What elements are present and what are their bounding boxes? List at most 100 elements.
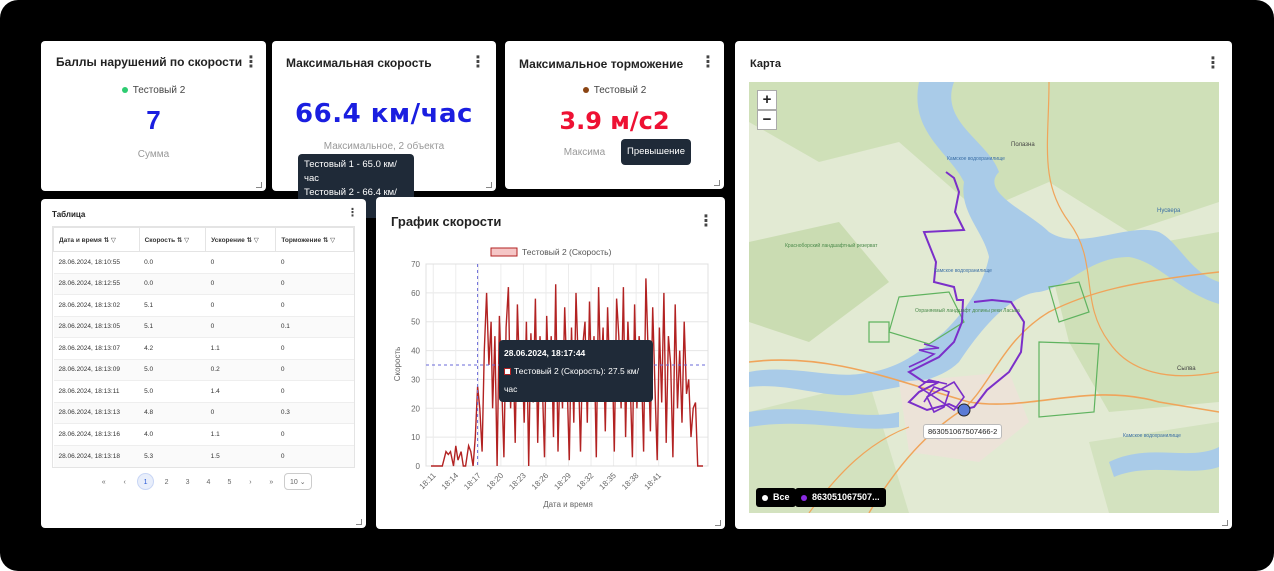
table-cell: 4.2 xyxy=(139,337,206,359)
tooltip-title: 28.06.2024, 18:17:44 xyxy=(504,348,586,358)
map-canvas[interactable]: Полазна Камское водохранилище Нусвера Кр… xyxy=(749,82,1219,513)
page-button-2[interactable]: 2 xyxy=(158,474,175,491)
widget-title: Максимальная скорость xyxy=(286,56,432,70)
widget-menu-icon[interactable]: ⋮ xyxy=(243,55,259,71)
x-tick-label: 18:17 xyxy=(462,471,483,492)
legend-label: 863051067507... xyxy=(812,492,880,502)
table-cell: 28.06.2024, 18:13:09 xyxy=(53,358,140,381)
y-tick-label: 0 xyxy=(416,462,421,471)
page-button-1[interactable]: 1 xyxy=(137,473,155,490)
next-page-button[interactable]: › xyxy=(242,474,259,491)
x-axis: 18:11 18:14 18:17 18:20 18:23 18:26 18:29 18:32… xyxy=(418,471,664,492)
table-row[interactable]: 28.06.2024, 18:13:07 4.2 1.1 0 xyxy=(53,337,354,359)
legend-all-button[interactable]: Все xyxy=(756,488,796,507)
resize-handle-icon[interactable] xyxy=(356,519,362,525)
filter-icon[interactable]: ▽ xyxy=(254,237,259,244)
table-cell: 28.06.2024, 18:13:18 xyxy=(53,444,140,467)
filter-icon[interactable]: ▽ xyxy=(184,237,189,244)
widget-title: Максимальное торможение xyxy=(519,57,684,71)
sort-icon[interactable]: ⇅ xyxy=(323,237,328,244)
sort-icon[interactable]: ⇅ xyxy=(247,237,252,244)
page-button-5[interactable]: 5 xyxy=(221,474,238,491)
table-cell: 28.06.2024, 18:13:13 xyxy=(53,401,140,424)
table-cell: 1.1 xyxy=(205,337,276,359)
widget-menu-icon[interactable]: ⋮ xyxy=(347,208,358,219)
resize-handle-icon[interactable] xyxy=(715,520,721,526)
widget-menu-icon[interactable]: ⋮ xyxy=(470,55,486,71)
page-button-3[interactable]: 3 xyxy=(179,474,196,491)
chart-legend[interactable]: Тестовый 2 (Скорость) xyxy=(490,247,612,257)
speed-chart-widget: График скорости ⋮ 0 10 20 30 40 50 60 70 18:11 1… xyxy=(376,197,725,529)
table-row[interactable]: 28.06.2024, 18:12:55 0.0 0 0 xyxy=(53,272,354,295)
tooltip-swatch-icon xyxy=(504,368,511,376)
table-widget: Таблица ⋮ Дата и время ⇅ ▽ Скорость ⇅ ▽ … xyxy=(41,199,366,528)
table-cell: 0 xyxy=(275,272,354,295)
column-header-acceleration[interactable]: Ускорение ⇅ ▽ xyxy=(205,227,277,252)
map-svg: Полазна Камское водохранилище Нусвера Кр… xyxy=(749,82,1219,513)
widget-legend: Тестовый 2 xyxy=(505,85,724,96)
table-cell: 5.3 xyxy=(139,444,206,467)
table-cell: 0 xyxy=(275,380,354,402)
device-label: 863051067507466-2 xyxy=(923,424,1003,439)
widget-menu-icon[interactable]: ⋮ xyxy=(1205,56,1221,72)
chart-tooltip: 28.06.2024, 18:17:44 Тестовый 2 (Скорост… xyxy=(499,340,653,402)
y-tick-label: 20 xyxy=(411,404,420,413)
table-cell: 0 xyxy=(275,251,354,273)
pagination: « ‹ 1 2 3 4 5 › » 10 ⌄ xyxy=(41,473,366,491)
device-marker-icon[interactable] xyxy=(957,403,971,417)
table-cell: 28.06.2024, 18:13:16 xyxy=(53,423,140,445)
table-row[interactable]: 28.06.2024, 18:13:11 5.0 1.4 0 xyxy=(53,380,354,402)
y-axis-label: Скорость xyxy=(393,347,402,382)
column-header-speed[interactable]: Скорость ⇅ ▽ xyxy=(138,227,207,252)
legend-dot-icon xyxy=(582,87,589,94)
table-row[interactable]: 28.06.2024, 18:13:09 5.0 0.2 0 xyxy=(53,358,354,381)
table-row[interactable]: 28.06.2024, 18:13:13 4.8 0 0.3 xyxy=(53,401,354,424)
table-cell: 0 xyxy=(275,337,354,359)
last-page-button[interactable]: » xyxy=(263,474,280,491)
table-cell: 5.0 xyxy=(139,358,206,381)
table-cell: 5.1 xyxy=(139,294,206,316)
first-page-button[interactable]: « xyxy=(95,474,112,491)
resize-handle-icon[interactable] xyxy=(1222,520,1228,526)
tooltip-value: Тестовый 2 (Скорость): 27.5 км/час xyxy=(504,366,639,394)
filter-icon[interactable]: ▽ xyxy=(330,237,335,244)
filter-icon[interactable]: ▽ xyxy=(111,237,116,244)
table-row[interactable]: 28.06.2024, 18:13:05 5.1 0 0.1 xyxy=(53,315,354,338)
widget-menu-icon[interactable]: ⋮ xyxy=(700,55,716,71)
table-row[interactable]: 28.06.2024, 18:13:18 5.3 1.5 0 xyxy=(53,444,354,467)
prev-page-button[interactable]: ‹ xyxy=(116,474,133,491)
table-cell: 0.1 xyxy=(275,315,354,338)
sort-icon[interactable]: ⇅ xyxy=(177,237,182,244)
column-header-datetime[interactable]: Дата и время ⇅ ▽ xyxy=(53,227,140,252)
table-row[interactable]: 28.06.2024, 18:13:02 5.1 0 0 xyxy=(53,294,354,316)
sort-icon[interactable]: ⇅ xyxy=(104,237,109,244)
table-header-row: Дата и время ⇅ ▽ Скорость ⇅ ▽ Ускорение … xyxy=(53,227,354,252)
map-label: Камское водохранилище xyxy=(934,268,992,274)
table-cell: 0 xyxy=(275,423,354,445)
y-tick-label: 10 xyxy=(411,433,420,442)
x-tick-label: 18:20 xyxy=(485,471,506,492)
page-button-4[interactable]: 4 xyxy=(200,474,217,491)
kpi-subtitle: Максимальное, 2 объекта xyxy=(323,141,445,152)
column-header-braking[interactable]: Торможение ⇅ ▽ xyxy=(275,227,354,252)
legend-label: Все xyxy=(773,492,790,502)
y-axis: 0 10 20 30 40 50 60 70 xyxy=(411,260,420,471)
legend-device-button[interactable]: 863051067507... xyxy=(795,488,886,507)
max-braking-widget: Максимальное торможение ⋮ Тестовый 2 3.9… xyxy=(505,41,724,189)
legend-swatch-icon xyxy=(490,247,518,257)
zoom-out-button[interactable]: − xyxy=(757,110,777,130)
legend-dot-icon xyxy=(801,494,807,501)
kpi-value: 3.9 м/с2 xyxy=(559,107,670,135)
y-tick-label: 60 xyxy=(411,289,420,298)
table-row[interactable]: 28.06.2024, 18:10:55 0.0 0 0 xyxy=(53,251,354,273)
zoom-in-button[interactable]: + xyxy=(757,90,777,110)
table-cell: 0.2 xyxy=(205,358,276,381)
table-row[interactable]: 28.06.2024, 18:13:16 4.0 1.1 0 xyxy=(53,423,354,445)
resize-handle-icon[interactable] xyxy=(714,180,720,186)
page-size-value: 10 xyxy=(289,479,298,486)
page-size-select[interactable]: 10 ⌄ xyxy=(283,473,312,490)
resize-handle-icon[interactable] xyxy=(256,182,262,188)
legend-dot-icon xyxy=(762,494,768,501)
resize-handle-icon[interactable] xyxy=(486,182,492,188)
x-tick-label: 18:26 xyxy=(530,471,551,492)
